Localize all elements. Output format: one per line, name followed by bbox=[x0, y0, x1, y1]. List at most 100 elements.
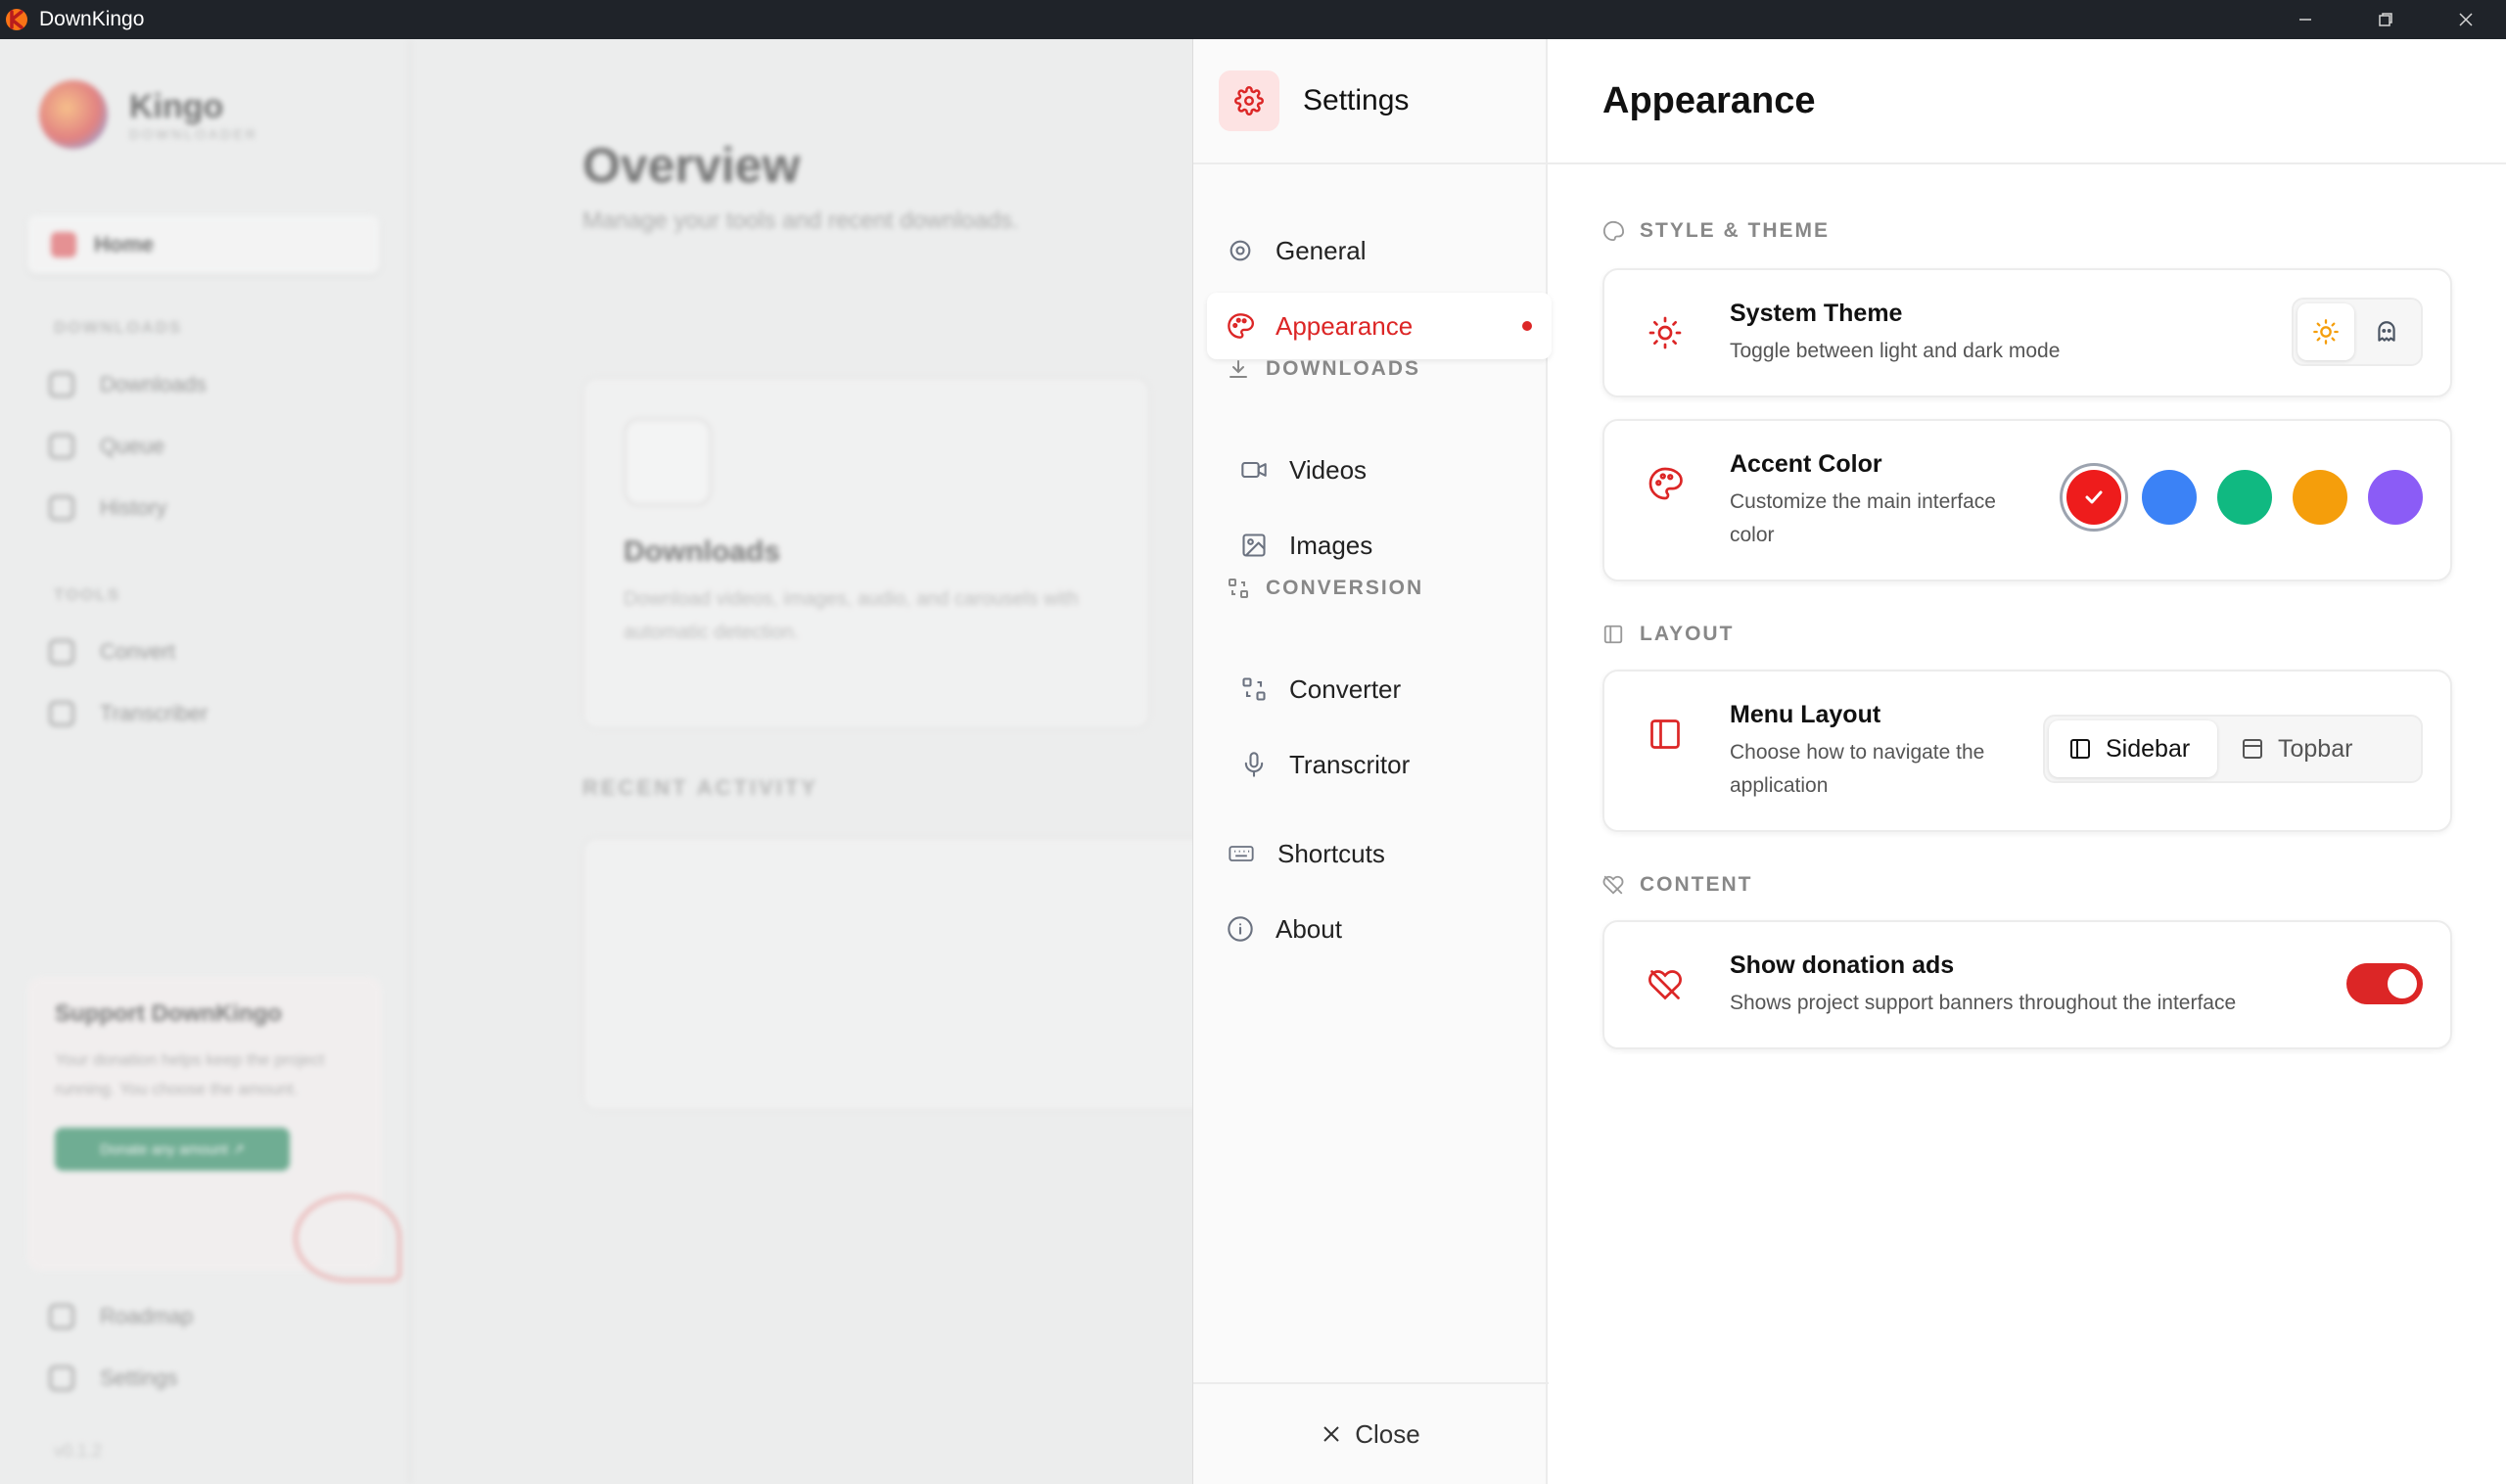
video-icon bbox=[624, 418, 712, 506]
queue-icon bbox=[49, 434, 74, 459]
bg-logo: Kingo DOWNLOADER bbox=[39, 80, 258, 149]
card-donation-ads: Show donation ads Shows project support … bbox=[1602, 920, 2452, 1049]
system-theme-title: System Theme bbox=[1730, 300, 1903, 327]
nav-item-converter[interactable]: Converter bbox=[1221, 656, 1567, 722]
nav-section-label: DOWNLOADS bbox=[1266, 357, 1420, 380]
section-label: CONTENT bbox=[1640, 873, 1753, 896]
swatch-purple[interactable] bbox=[2368, 470, 2423, 525]
accent-color-desc: Customize the main interface color bbox=[1730, 490, 1996, 546]
background-app-content: Kingo DOWNLOADER Home DOWNLOADS Download… bbox=[0, 39, 1192, 1484]
layout-icon bbox=[1603, 625, 1623, 644]
theme-toggle bbox=[2292, 298, 2423, 366]
swatch-red[interactable] bbox=[2066, 470, 2121, 525]
gear-icon bbox=[49, 1366, 74, 1391]
roadmap-icon bbox=[49, 1304, 74, 1329]
bg-item-label: History bbox=[100, 495, 167, 520]
bg-item-label: Queue bbox=[100, 434, 165, 458]
minimize-button[interactable] bbox=[2265, 0, 2345, 39]
swatch-green[interactable] bbox=[2217, 470, 2272, 525]
section-label: STYLE & THEME bbox=[1640, 219, 1831, 242]
system-theme-desc: Toggle between light and dark mode bbox=[1730, 340, 2061, 362]
theme-light-option[interactable] bbox=[2297, 303, 2354, 360]
background-app-overlay[interactable]: Kingo DOWNLOADER Home DOWNLOADS Download… bbox=[0, 39, 1192, 1484]
nav-item-label: Shortcuts bbox=[1277, 838, 1385, 868]
heart-icon bbox=[294, 1194, 401, 1282]
bg-logo-icon bbox=[39, 80, 108, 149]
palette-icon bbox=[1228, 313, 1254, 339]
nav-item-appearance[interactable]: Appearance bbox=[1207, 293, 1552, 359]
nav-item-label: Videos bbox=[1289, 454, 1368, 485]
section-label: LAYOUT bbox=[1640, 623, 1735, 645]
swatch-blue[interactable] bbox=[2142, 470, 2197, 525]
donation-ads-title: Show donation ads bbox=[1730, 951, 1955, 979]
convert-icon bbox=[1229, 579, 1248, 598]
nav-item-label: Converter bbox=[1289, 673, 1402, 704]
gear-icon bbox=[1230, 240, 1251, 261]
microphone-icon bbox=[49, 701, 74, 726]
nav-item-videos[interactable]: Videos bbox=[1221, 437, 1567, 503]
card-accent-color: Accent Color Customize the main interfac… bbox=[1602, 419, 2452, 581]
sun-icon bbox=[1648, 316, 1682, 349]
ghost-icon bbox=[2378, 321, 2395, 342]
sidebar-icon bbox=[2070, 739, 2090, 759]
bg-sidebar-item: Settings bbox=[49, 1366, 178, 1391]
layout-option-label: Sidebar bbox=[2106, 734, 2191, 763]
bg-item-label: Roadmap bbox=[100, 1304, 194, 1328]
palette-icon bbox=[1602, 220, 1624, 242]
layout-icon bbox=[1650, 719, 1680, 749]
title-bar: DownKingo bbox=[0, 0, 2506, 39]
keyboard-icon bbox=[1229, 846, 1254, 861]
accent-swatches bbox=[2066, 470, 2423, 525]
menu-layout-segmented: Sidebar Topbar bbox=[2043, 715, 2423, 783]
microphone-icon bbox=[1244, 752, 1264, 777]
nav-item-label: Appearance bbox=[1276, 310, 1414, 341]
nav-item-images[interactable]: Images bbox=[1221, 512, 1567, 579]
donation-ads-toggle[interactable] bbox=[2346, 963, 2423, 1004]
minimize-icon bbox=[2299, 19, 2311, 21]
bg-page-subtitle: Manage your tools and recent downloads. bbox=[582, 208, 1019, 234]
nav-item-general[interactable]: General bbox=[1207, 217, 1554, 284]
bg-home-label: Home bbox=[94, 232, 155, 256]
bg-page-title: Overview bbox=[582, 138, 801, 193]
layout-option-label: Topbar bbox=[2278, 734, 2353, 763]
settings-nav-header: Settings bbox=[1193, 39, 1549, 164]
bg-sidebar-item-home: Home bbox=[27, 215, 380, 274]
settings-title: Settings bbox=[1303, 84, 1410, 116]
layout-option-sidebar[interactable]: Sidebar bbox=[2049, 720, 2217, 777]
bg-sidebar-item: History bbox=[49, 495, 166, 521]
bg-logo-name: Kingo bbox=[129, 87, 224, 125]
section-content: CONTENT bbox=[1602, 873, 1753, 897]
bg-donate-button: Donate any amount ↗ bbox=[55, 1128, 290, 1171]
bg-item-label: Convert bbox=[100, 639, 176, 664]
window-controls bbox=[2265, 0, 2506, 39]
bg-logo-sub: DOWNLOADER bbox=[129, 125, 258, 142]
close-icon bbox=[1323, 1426, 1339, 1442]
home-icon bbox=[51, 232, 76, 257]
gear-icon bbox=[1234, 86, 1264, 116]
nav-item-label: Images bbox=[1289, 530, 1373, 560]
bg-recent-box bbox=[582, 837, 1192, 1111]
bg-sidebar-item: Queue bbox=[49, 434, 164, 459]
card-menu-layout: Menu Layout Choose how to navigate the a… bbox=[1602, 670, 2452, 832]
close-window-button[interactable] bbox=[2426, 0, 2506, 39]
active-indicator-dot bbox=[1522, 321, 1532, 331]
nav-item-about[interactable]: About bbox=[1207, 896, 1554, 962]
bg-support-title: Support DownKingo bbox=[55, 1000, 282, 1027]
theme-dark-option[interactable] bbox=[2358, 303, 2415, 360]
close-settings-button[interactable]: Close bbox=[1193, 1382, 1549, 1484]
settings-content: Appearance STYLE & THEME System Theme To… bbox=[1548, 39, 2506, 1484]
info-icon bbox=[1228, 916, 1253, 942]
nav-item-transcriptor[interactable]: Transcritor bbox=[1221, 731, 1567, 798]
menu-layout-title: Menu Layout bbox=[1730, 701, 1881, 728]
card-system-theme: System Theme Toggle between light and da… bbox=[1602, 268, 2452, 397]
restore-button[interactable] bbox=[2345, 0, 2426, 39]
swatch-orange[interactable] bbox=[2293, 470, 2347, 525]
layout-option-topbar[interactable]: Topbar bbox=[2221, 720, 2372, 777]
topbar-icon bbox=[2243, 739, 2262, 759]
check-icon bbox=[2085, 490, 2103, 504]
bg-card-text: Download videos, images, audio, and caro… bbox=[624, 588, 1079, 643]
nav-item-shortcuts[interactable]: Shortcuts bbox=[1207, 820, 1554, 887]
bg-section-downloads: DOWNLOADS bbox=[54, 318, 183, 337]
bg-sidebar-item: Convert bbox=[49, 639, 175, 665]
menu-layout-desc: Choose how to navigate the application bbox=[1730, 741, 1985, 797]
